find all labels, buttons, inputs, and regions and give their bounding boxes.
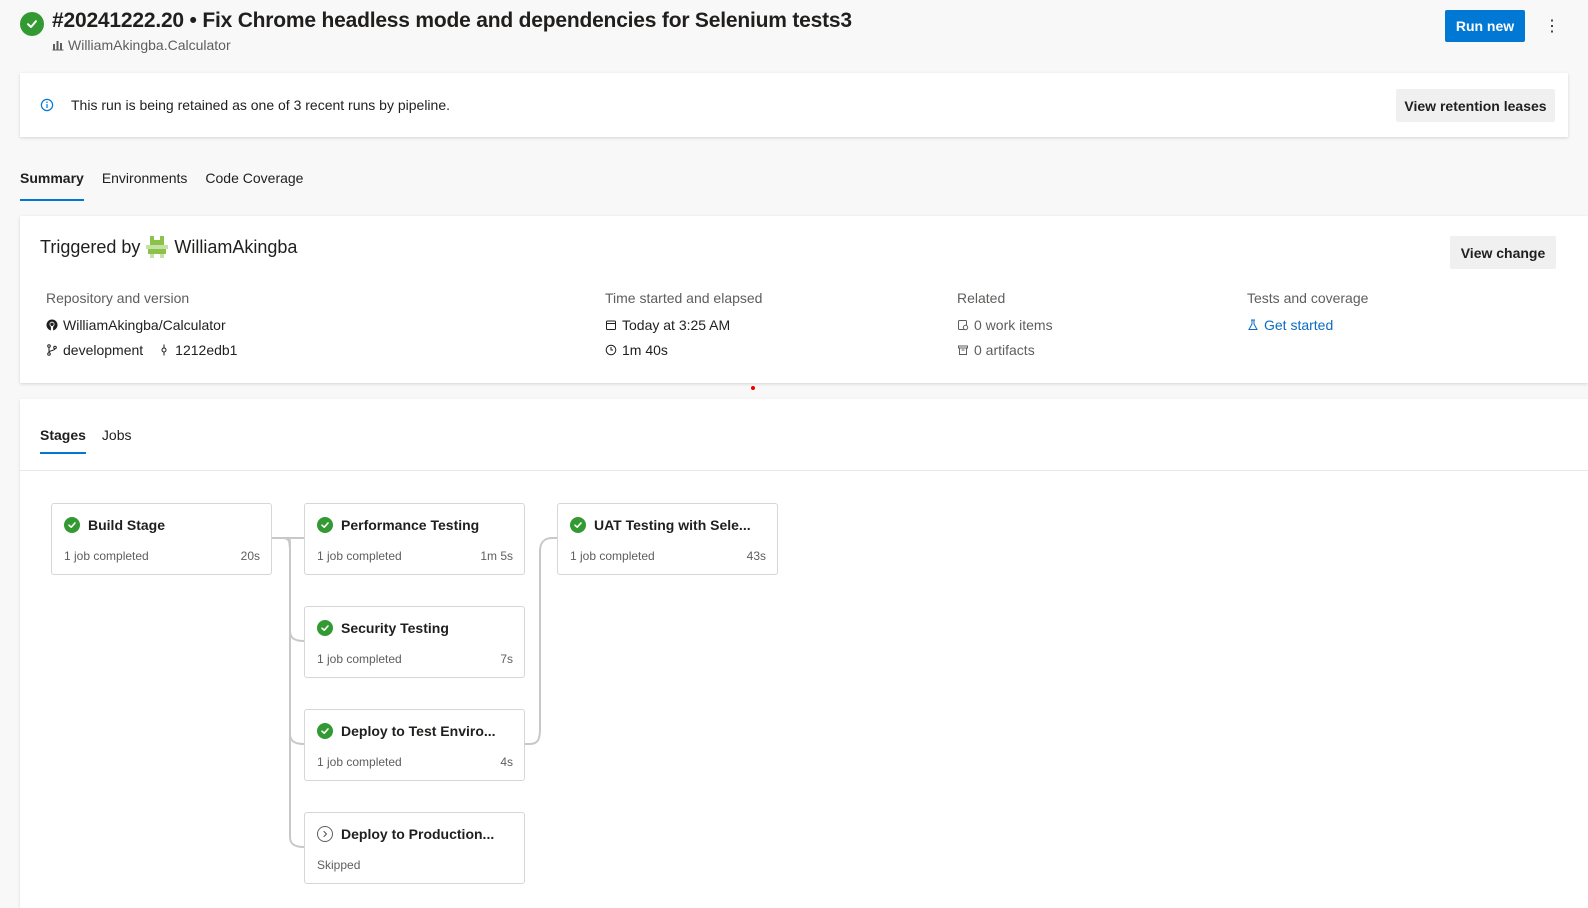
started-time: Today at 3:25 AM [622,316,731,333]
stage-name: UAT Testing with Sele... [594,517,751,533]
work-items-row[interactable]: 0 work items [957,312,1053,337]
stage-card-performance[interactable]: Performance Testing 1 job completed 1m 5… [304,503,525,575]
elapsed-row: 1m 40s [605,337,762,362]
work-items-count: 0 work items [974,316,1053,333]
stage-name: Deploy to Test Enviro... [341,723,496,739]
succeeded-icon [570,517,586,533]
related-label: Related [957,290,1006,306]
stages-panel: Stages Jobs Build Stage 1 job completed … [20,399,1588,908]
succeeded-icon [317,517,333,533]
tests-label: Tests and coverage [1247,290,1369,306]
repository-subtitle[interactable]: WilliamAkingba.Calculator [52,37,231,53]
tests-column: Tests and coverage Get started [1247,290,1368,337]
artifacts-count: 0 artifacts [974,341,1035,358]
succeeded-icon [317,723,333,739]
work-item-icon [958,319,969,330]
stage-status: Skipped [317,858,361,872]
stage-card-security[interactable]: Security Testing 1 job completed 7s [304,606,525,678]
skipped-icon [317,826,333,842]
branch-name[interactable]: development [63,342,143,358]
run-tabs: Summary Environments Code Coverage [20,166,321,202]
stage-duration: 20s [240,549,260,563]
artifacts-row[interactable]: 0 artifacts [957,337,1053,362]
get-started-link[interactable]: Get started [1264,317,1333,333]
commit-icon [161,344,167,355]
view-change-button[interactable]: View change [1450,236,1556,269]
stage-card-deploy-production[interactable]: Deploy to Production... Skipped [304,812,525,884]
succeeded-status-icon [20,12,44,36]
tab-environments[interactable]: Environments [102,166,188,201]
more-actions-icon[interactable]: ⋮ [1540,12,1564,40]
indicator-dot [751,386,755,390]
stage-duration: 7s [500,652,513,666]
run-header: #20241222.20 • Fix Chrome headless mode … [0,0,1588,66]
info-icon [40,98,54,112]
repository-column: Repository and version WilliamAkingba/Ca… [46,290,237,362]
triggered-by: Triggered by WilliamAkingba [40,236,297,258]
summary-card: Triggered by WilliamAkingba View change … [20,216,1588,383]
repository-row[interactable]: WilliamAkingba/Calculator [46,312,237,337]
repo-icon [52,41,64,51]
stage-status: 1 job completed [570,549,655,563]
stage-name: Deploy to Production... [341,826,495,842]
clock-icon [605,344,617,355]
user-avatar [146,236,169,258]
repository-name: WilliamAkingba/Calculator [63,316,226,333]
stage-card-deploy-test[interactable]: Deploy to Test Enviro... 1 job completed… [304,709,525,781]
stage-duration: 4s [500,755,513,769]
triggered-user[interactable]: WilliamAkingba [174,237,297,258]
run-new-button[interactable]: Run new [1445,10,1525,42]
branch-icon [47,343,57,356]
started-row: Today at 3:25 AM [605,312,762,337]
repository-label: Repository and version [46,290,190,306]
retention-banner: This run is being retained as one of 3 r… [20,73,1568,137]
commit-id[interactable]: 1212edb1 [175,342,237,358]
tab-summary[interactable]: Summary [20,166,84,201]
triggered-prefix: Triggered by [40,236,141,257]
related-column: Related 0 work items 0 artifacts [957,290,1053,362]
stage-duration: 1m 5s [480,549,513,563]
elapsed-time: 1m 40s [622,341,668,358]
tests-row[interactable]: Get started [1247,312,1368,337]
stage-status: 1 job completed [317,755,402,769]
time-column: Time started and elapsed Today at 3:25 A… [605,290,762,362]
stage-duration: 43s [746,549,766,563]
succeeded-icon [64,517,80,533]
beaker-icon [1248,319,1258,330]
stage-card-uat[interactable]: UAT Testing with Sele... 1 job completed… [557,503,778,575]
stage-name: Security Testing [341,620,449,636]
stage-status: 1 job completed [317,652,402,666]
repo-name: WilliamAkingba.Calculator [68,37,231,53]
stage-status: 1 job completed [317,549,402,563]
artifact-icon [958,345,968,355]
tab-code-coverage[interactable]: Code Coverage [205,166,303,201]
stage-name: Performance Testing [341,517,480,533]
github-icon [46,319,58,330]
view-retention-leases-button[interactable]: View retention leases [1396,89,1555,122]
succeeded-icon [317,620,333,636]
stage-name: Build Stage [88,517,166,533]
time-label: Time started and elapsed [605,290,763,306]
stage-status: 1 job completed [64,549,149,563]
version-row: development 1212edb1 [46,337,237,362]
stage-card-build[interactable]: Build Stage 1 job completed 20s [51,503,272,575]
retention-message: This run is being retained as one of 3 r… [71,97,451,113]
run-title: #20241222.20 • Fix Chrome headless mode … [52,9,852,32]
calendar-icon [606,320,616,330]
